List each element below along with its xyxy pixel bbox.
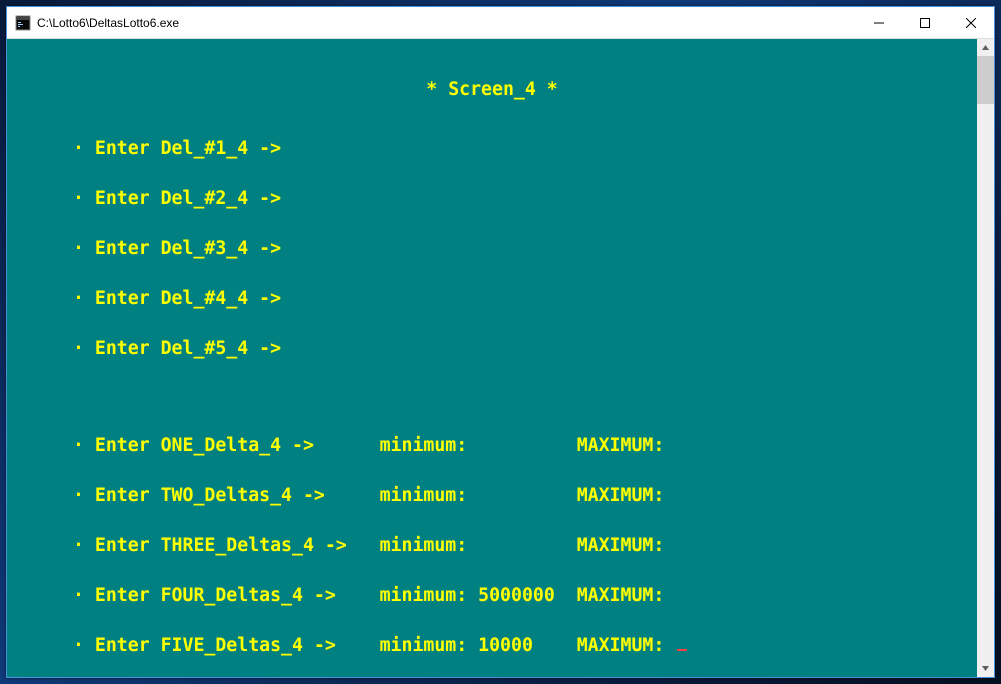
scroll-down-button[interactable] bbox=[977, 660, 994, 677]
text-cursor bbox=[677, 649, 687, 651]
console-window: C:\Lotto6\DeltasLotto6.exe * Screen_4 * ·… bbox=[6, 6, 995, 678]
screen-header: * Screen_4 * bbox=[7, 81, 977, 99]
window-title: C:\Lotto6\DeltasLotto6.exe bbox=[37, 16, 856, 30]
scroll-up-button[interactable] bbox=[977, 39, 994, 56]
console-output[interactable]: * Screen_4 * · Enter Del_#1_4 -> · Enter D… bbox=[7, 39, 977, 677]
vertical-scrollbar[interactable] bbox=[977, 39, 994, 677]
client-area: * Screen_4 * · Enter Del_#1_4 -> · Enter D… bbox=[7, 39, 994, 677]
close-button[interactable] bbox=[948, 8, 994, 38]
del-prompt-row: · Enter Del_#3_4 -> bbox=[7, 240, 977, 258]
scroll-thumb[interactable] bbox=[977, 56, 994, 104]
scroll-track[interactable] bbox=[977, 56, 994, 660]
del-prompt-row: · Enter Del_#4_4 -> bbox=[7, 290, 977, 308]
desktop-background: C:\Lotto6\DeltasLotto6.exe * Screen_4 * ·… bbox=[0, 0, 1001, 684]
minimize-button[interactable] bbox=[856, 8, 902, 38]
del-prompt-row: · Enter Del_#2_4 -> bbox=[7, 190, 977, 208]
delta-prompt-row: · Enter TWO_Deltas_4 -> minimum: MAXIMUM… bbox=[7, 487, 977, 505]
delta-prompt-row: · Enter ONE_Delta_4 -> minimum: MAXIMUM: bbox=[7, 437, 977, 455]
delta-prompt-row: · Enter FOUR_Deltas_4 -> minimum: 500000… bbox=[7, 587, 977, 605]
del-prompt-row: · Enter Del_#1_4 -> bbox=[7, 140, 977, 158]
del-prompt-row: · Enter Del_#5_4 -> bbox=[7, 340, 977, 358]
delta-prompt-row: · Enter FIVE_Deltas_4 -> minimum: 10000 … bbox=[7, 637, 977, 655]
app-icon bbox=[15, 15, 31, 31]
titlebar[interactable]: C:\Lotto6\DeltasLotto6.exe bbox=[7, 7, 994, 39]
maximize-button[interactable] bbox=[902, 8, 948, 38]
delta-prompt-row: · Enter THREE_Deltas_4 -> minimum: MAXIM… bbox=[7, 537, 977, 555]
